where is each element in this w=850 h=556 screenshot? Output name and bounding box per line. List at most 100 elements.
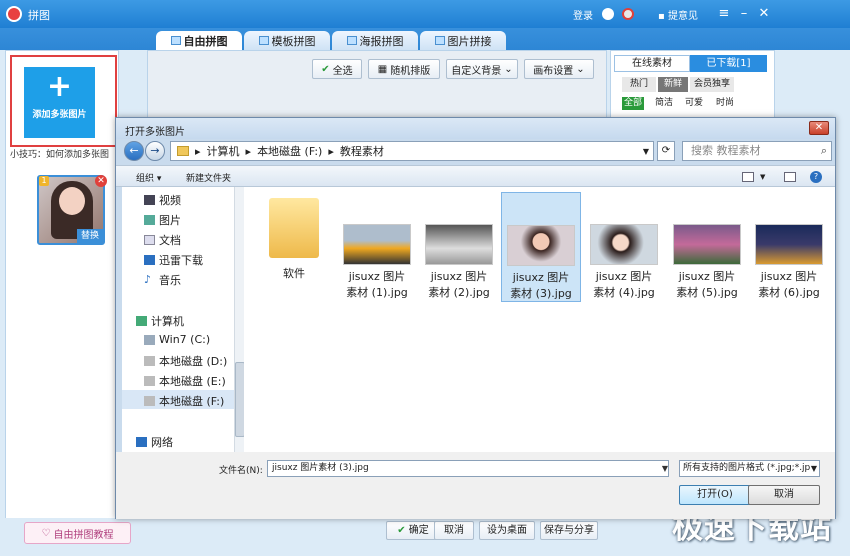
thumb-face (59, 187, 85, 215)
refresh-icon[interactable]: ⟳ (657, 141, 675, 161)
filetype-select[interactable]: 所有支持的图片格式 (*.jpg;*.jp ▼ (679, 460, 820, 477)
nav-computer[interactable]: 计算机 (136, 313, 184, 329)
canvas-settings-button[interactable]: 画布设置 ⌄ (524, 59, 594, 79)
filter-hot[interactable]: 热门 (622, 77, 656, 92)
command-bar: 组织 ▾ 新建文件夹 ▼ ? (116, 165, 835, 187)
tab-label: 模板拼图 (271, 34, 316, 48)
heart-icon: ♡ (41, 527, 51, 539)
replace-button[interactable]: 替换 (77, 229, 103, 243)
nav-pictures[interactable]: 图片 (144, 212, 181, 228)
drive-icon (144, 334, 155, 345)
file-name: jisuxz 图片 (512, 271, 570, 284)
weibo-icon[interactable] (622, 8, 634, 20)
save-share-button[interactable]: 保存与分享 (540, 521, 598, 540)
image-thumbnail (507, 225, 575, 266)
nav-music[interactable]: ♪ 音乐 (144, 272, 181, 288)
chevron-down-icon: ⌄ (504, 63, 513, 75)
chevron-down-icon[interactable]: ▼ (760, 173, 765, 181)
chevron-down-icon: ▼ (810, 461, 817, 476)
chat-icon: ▪ (658, 11, 668, 22)
tab-online-material[interactable]: 在线素材 (614, 55, 690, 72)
tutorial-button[interactable]: ♡ 自由拼图教程 (24, 522, 131, 544)
back-icon[interactable]: ← (124, 141, 144, 161)
chevron-down-icon[interactable]: ▼ (660, 460, 670, 477)
app-title: 拼图 (28, 9, 50, 22)
file-name: jisuxz 图片 (678, 270, 736, 283)
dialog-nav-row: ← → ▸ 计算机 ▸ 本地磁盘 (F:) ▸ 教程素材 ▼ ⟳ 搜索 教程素材… (116, 139, 835, 165)
file-name: 素材 (3).jpg (510, 287, 572, 300)
filter-new[interactable]: 新鲜 (658, 77, 688, 92)
cat-simple[interactable]: 简洁 (655, 97, 673, 110)
add-images-button[interactable]: + 添加多张图片 (10, 55, 117, 147)
tab-stitch[interactable]: 图片拼接 (420, 31, 506, 50)
breadcrumb-computer[interactable]: 计算机 (207, 143, 240, 159)
view-icon[interactable] (742, 172, 754, 182)
image-thumbnail (755, 224, 823, 265)
dialog-cancel-button[interactable]: 取消 (748, 485, 820, 505)
file-item-folder[interactable]: 软件 (254, 192, 334, 302)
breadcrumb-drive[interactable]: 本地磁盘 (F:) (257, 143, 322, 159)
xunlei-icon (144, 255, 155, 265)
nav-label: 本地磁盘 (D:) (159, 355, 228, 368)
canvas-settings-label: 画布设置 (533, 65, 574, 77)
cat-all[interactable]: 全部 (622, 97, 644, 110)
close-icon[interactable]: ✕ (755, 5, 773, 23)
nav-network[interactable]: 网络 (136, 434, 173, 450)
menu-icon[interactable]: ≡ (715, 5, 733, 23)
file-item-6[interactable]: jisuxz 图片 素材 (6).jpg (749, 192, 829, 302)
drive-icon (144, 396, 155, 406)
file-item-2[interactable]: jisuxz 图片 素材 (2).jpg (419, 192, 499, 302)
preview-pane-icon[interactable] (784, 172, 796, 182)
minimize-icon[interactable]: – (735, 5, 753, 23)
nav-label: 迅雷下载 (159, 254, 203, 267)
cat-fashion[interactable]: 时尚 (716, 97, 734, 110)
nav-drive-d[interactable]: 本地磁盘 (D:) (144, 353, 227, 369)
file-name: jisuxz 图片 (595, 270, 653, 283)
dialog-close-icon[interactable]: ✕ (809, 121, 829, 135)
login-link[interactable]: 登录 (573, 7, 593, 22)
nav-documents[interactable]: 文档 (144, 232, 181, 248)
chevron-down-icon[interactable]: ▼ (643, 147, 649, 156)
forward-icon[interactable]: → (145, 141, 165, 161)
new-folder-button[interactable]: 新建文件夹 (186, 171, 231, 184)
breadcrumb-folder[interactable]: 教程素材 (340, 143, 384, 159)
file-name: jisuxz 图片 (760, 270, 818, 283)
tab-free-collage[interactable]: 自由拼图 (156, 31, 242, 50)
help-icon[interactable]: ? (810, 171, 822, 183)
tip-link[interactable]: 小技巧：如何添加多张图 (10, 147, 118, 160)
video-icon (144, 195, 155, 205)
cat-cute[interactable]: 可爱 (685, 97, 703, 110)
check-icon: ✔ (321, 63, 330, 75)
nav-drive-c[interactable]: Win7 (C:) (144, 333, 210, 346)
file-item-1[interactable]: jisuxz 图片 素材 (1).jpg (337, 192, 417, 302)
thumb-close-icon[interactable]: ✕ (95, 175, 107, 187)
confirm-button[interactable]: ✔ 确定 (386, 521, 440, 540)
search-input[interactable]: 搜索 教程素材 ⌕ (682, 141, 832, 161)
nav-label: 文档 (159, 234, 181, 247)
nav-xunlei[interactable]: 迅雷下载 (144, 252, 203, 268)
set-desktop-button[interactable]: 设为桌面 (479, 521, 535, 540)
file-item-3[interactable]: jisuxz 图片 素材 (3).jpg (501, 192, 581, 302)
tab-downloaded[interactable]: 已下载[1] (690, 55, 767, 72)
tab-template[interactable]: 模板拼图 (244, 31, 330, 50)
nav-drive-f[interactable]: 本地磁盘 (F:) (144, 393, 224, 409)
nav-label: 图片 (159, 214, 181, 227)
feedback-link[interactable]: ▪ 提意见 (658, 7, 698, 22)
random-layout-button[interactable]: ▦ 随机排版 (368, 59, 440, 79)
custom-bg-button[interactable]: 自定义背景 ⌄ (446, 59, 518, 79)
tab-label: 图片拼接 (447, 34, 492, 48)
nav-drive-e[interactable]: 本地磁盘 (E:) (144, 373, 226, 389)
tab-poster[interactable]: 海报拼图 (332, 31, 418, 50)
qq-icon[interactable] (602, 8, 614, 20)
filename-input[interactable]: jisuxz 图片素材 (3).jpg (267, 460, 669, 477)
cancel-button[interactable]: 取消 (434, 521, 474, 540)
dialog-title: 打开多张图片 (125, 127, 185, 138)
nav-videos[interactable]: 视频 (144, 192, 181, 208)
select-all-button[interactable]: ✔ 全选 (312, 59, 362, 79)
file-item-5[interactable]: jisuxz 图片 素材 (5).jpg (667, 192, 747, 302)
file-item-4[interactable]: jisuxz 图片 素材 (4).jpg (584, 192, 664, 302)
organize-button[interactable]: 组织 ▾ (136, 171, 161, 184)
open-button[interactable]: 打开(O) (679, 485, 751, 505)
address-bar[interactable]: ▸ 计算机 ▸ 本地磁盘 (F:) ▸ 教程素材 ▼ (170, 141, 654, 161)
filter-vip[interactable]: 会员独享 (690, 77, 734, 92)
